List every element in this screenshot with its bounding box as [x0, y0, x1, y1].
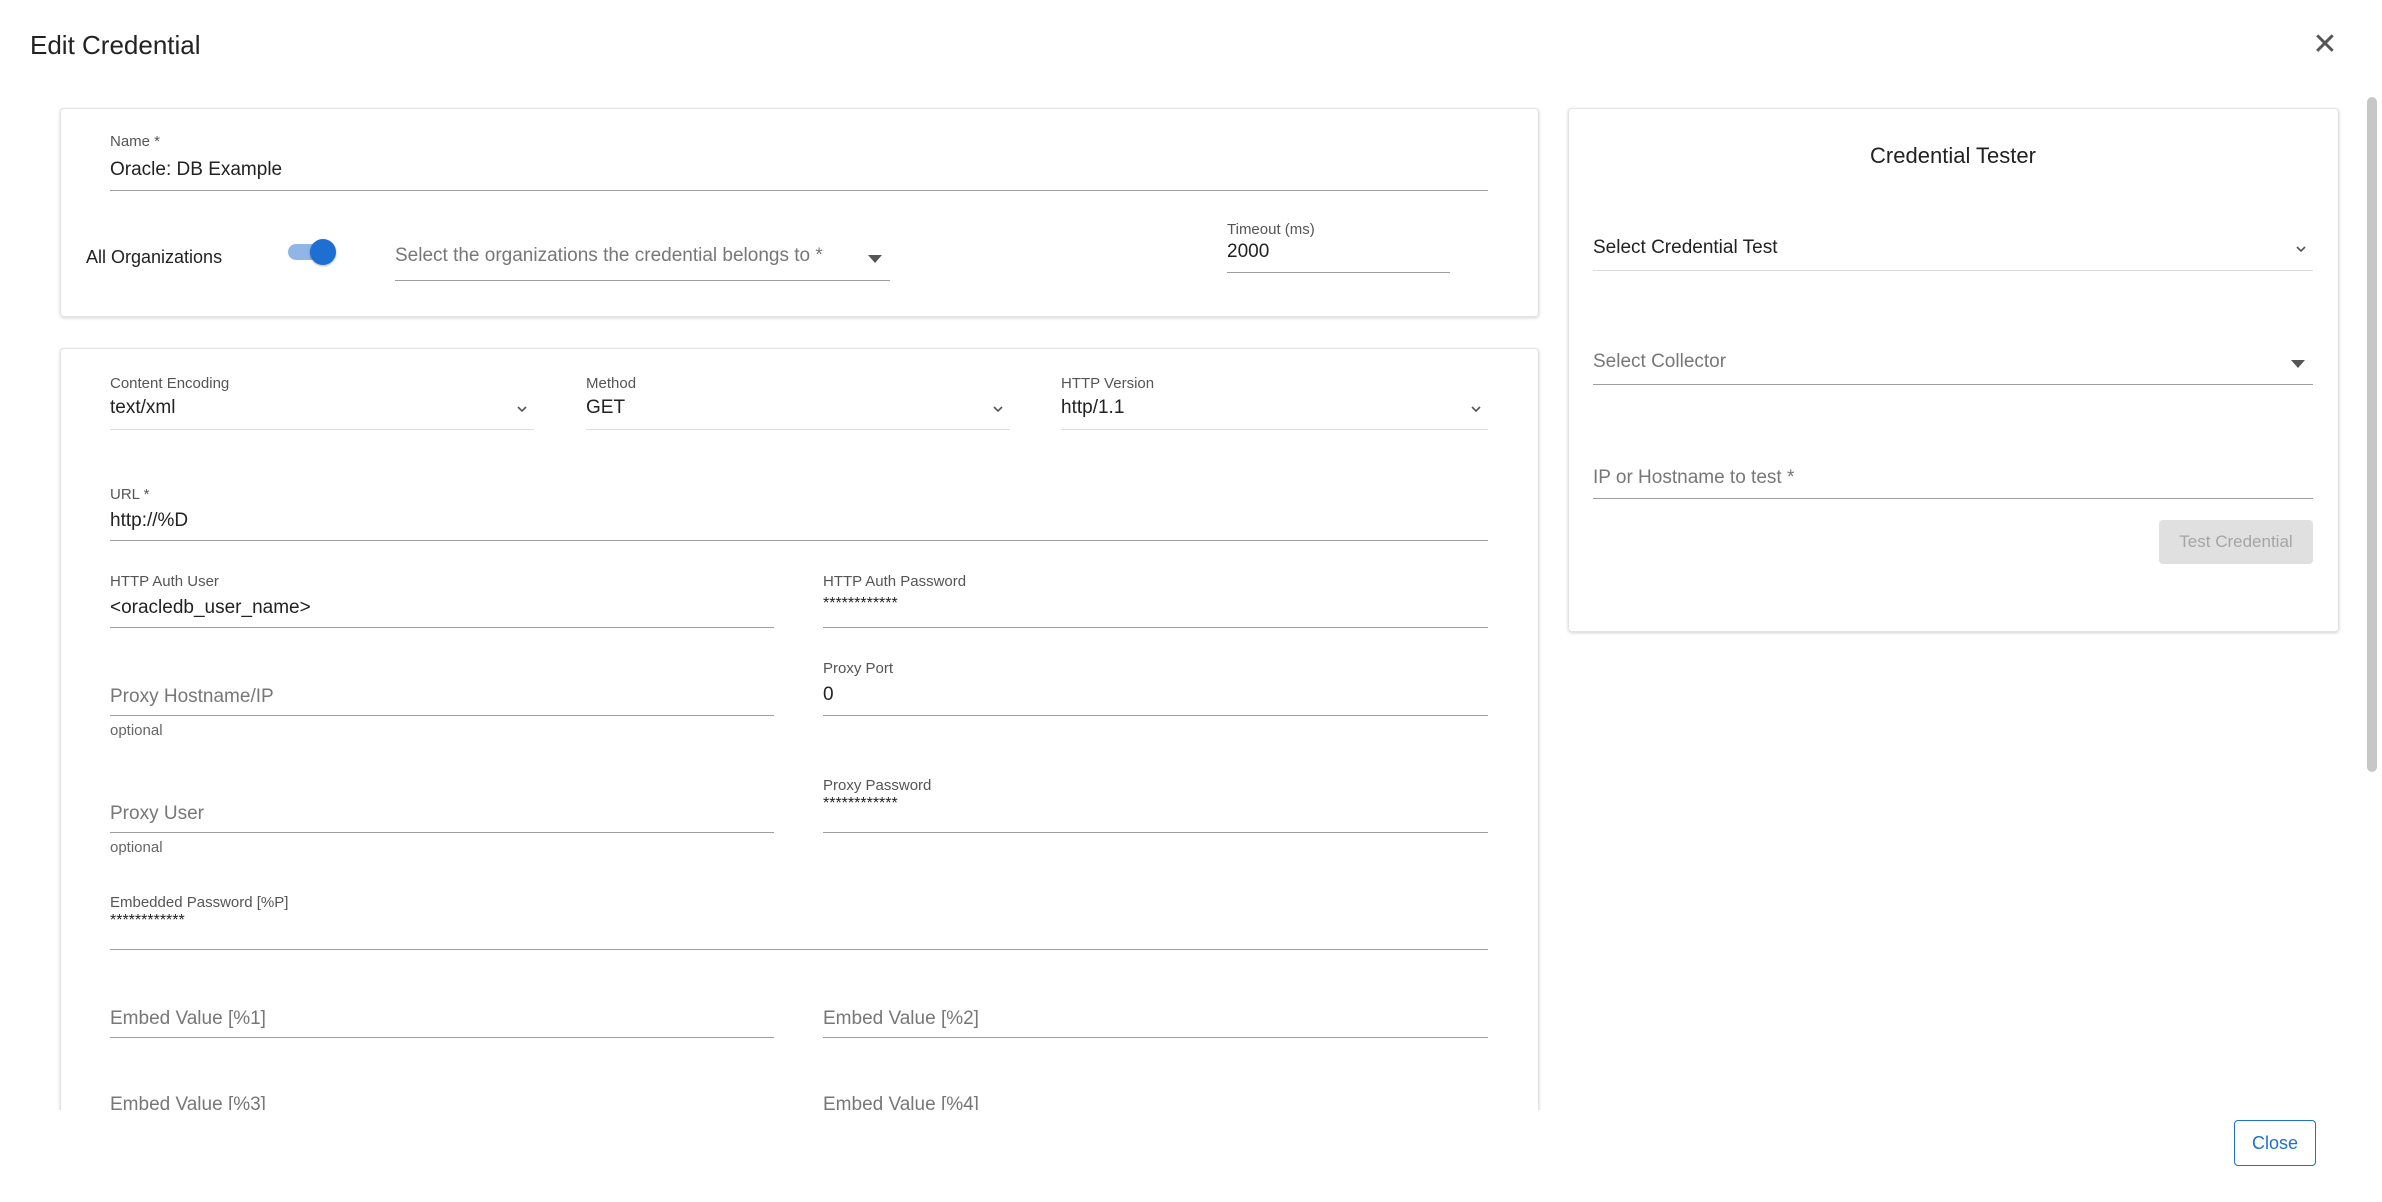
embedded-password-label: Embedded Password [%P]: [110, 894, 289, 911]
url-underline: [110, 540, 1488, 541]
url-value: http://%D: [110, 510, 189, 531]
embedded-password-field[interactable]: Embedded Password [%P] ************: [110, 894, 1488, 954]
http-auth-user-value: <oracledb_user_name>: [110, 597, 311, 618]
proxy-user-helper: optional: [110, 839, 163, 856]
name-label: Name *: [110, 133, 161, 150]
embed-value-3-field[interactable]: Embed Value [%3]: [110, 1094, 774, 1110]
embed-value-2-field[interactable]: Embed Value [%2]: [823, 1008, 1488, 1048]
http-auth-password-label: HTTP Auth Password: [823, 573, 967, 590]
collector-select[interactable]: Select Collector: [1593, 351, 2313, 391]
embedded-password-underline: [110, 949, 1488, 950]
proxy-hostname-underline: [110, 715, 774, 716]
method-underline: [586, 429, 1010, 430]
http-auth-password-value: ************: [823, 595, 898, 612]
chevron-down-icon: [2296, 246, 2306, 253]
embedded-password-value: ************: [110, 912, 185, 929]
embed-value-2-placeholder: Embed Value [%2]: [823, 1008, 979, 1029]
url-field[interactable]: URL * http://%D: [110, 486, 1488, 546]
collector-placeholder: Select Collector: [1593, 351, 1727, 372]
name-field[interactable]: Name * Oracle: DB Example: [110, 133, 1488, 193]
timeout-field[interactable]: Timeout (ms) 2000: [1227, 221, 1450, 281]
proxy-user-field[interactable]: Proxy User optional: [110, 803, 774, 863]
chevron-down-icon: [993, 406, 1003, 413]
embed-value-3-placeholder: Embed Value [%3]: [110, 1094, 266, 1110]
organizations-underline: [395, 280, 890, 281]
embed-value-2-underline: [823, 1037, 1488, 1038]
http-version-value: http/1.1: [1061, 397, 1125, 418]
embed-value-4-field[interactable]: Embed Value [%4]: [823, 1094, 1488, 1110]
proxy-password-underline: [823, 832, 1488, 833]
http-auth-password-underline: [823, 627, 1488, 628]
proxy-user-placeholder: Proxy User: [110, 803, 204, 824]
all-organizations-toggle[interactable]: [288, 239, 338, 265]
method-select[interactable]: Method GET: [586, 375, 1010, 435]
proxy-hostname-field[interactable]: Proxy Hostname/IP optional: [110, 686, 774, 746]
http-auth-password-field[interactable]: HTTP Auth Password ************: [823, 573, 1488, 633]
test-credential-button[interactable]: Test Credential: [2159, 520, 2313, 564]
dropdown-caret-icon: [2291, 360, 2305, 368]
organizations-placeholder: Select the organizations the credential …: [395, 245, 823, 266]
hostname-to-test-field[interactable]: IP or Hostname to test *: [1593, 467, 2313, 507]
embed-value-1-field[interactable]: Embed Value [%1]: [110, 1008, 774, 1048]
close-button[interactable]: Close: [2234, 1120, 2316, 1166]
timeout-label: Timeout (ms): [1227, 221, 1315, 238]
http-auth-user-field[interactable]: HTTP Auth User <oracledb_user_name>: [110, 573, 774, 633]
proxy-password-field[interactable]: Proxy Password ************: [823, 777, 1488, 837]
toggle-thumb: [310, 239, 336, 265]
proxy-port-label: Proxy Port: [823, 660, 894, 677]
proxy-port-underline: [823, 715, 1488, 716]
url-label: URL *: [110, 486, 150, 503]
name-underline: [110, 190, 1488, 191]
http-version-select[interactable]: HTTP Version http/1.1: [1061, 375, 1488, 435]
credential-test-select[interactable]: Select Credential Test: [1593, 237, 2313, 277]
http-auth-user-label: HTTP Auth User: [110, 573, 219, 590]
chevron-down-icon: [517, 406, 527, 413]
collector-underline: [1593, 384, 2313, 385]
edit-credential-dialog: Edit Credential ✕ Name * Oracle: DB Exam…: [0, 0, 2382, 1202]
close-icon[interactable]: ✕: [2310, 30, 2340, 60]
hostname-to-test-placeholder: IP or Hostname to test *: [1593, 467, 1795, 488]
proxy-user-underline: [110, 832, 774, 833]
method-value: GET: [586, 397, 626, 418]
proxy-password-value: ************: [823, 795, 898, 812]
proxy-hostname-placeholder: Proxy Hostname/IP: [110, 686, 274, 707]
proxy-password-label: Proxy Password: [823, 777, 932, 794]
proxy-port-field[interactable]: Proxy Port 0: [823, 660, 1488, 720]
content-encoding-select[interactable]: Content Encoding text/xml: [110, 375, 534, 435]
content-encoding-label: Content Encoding: [110, 375, 230, 392]
proxy-hostname-helper: optional: [110, 722, 163, 739]
dialog-title: Edit Credential: [30, 30, 201, 60]
timeout-underline: [1227, 272, 1450, 273]
http-auth-user-underline: [110, 627, 774, 628]
name-value: Oracle: DB Example: [110, 159, 283, 180]
timeout-value: 2000: [1227, 241, 1270, 262]
embed-value-1-placeholder: Embed Value [%1]: [110, 1008, 266, 1029]
method-label: Method: [586, 375, 637, 392]
credential-test-placeholder: Select Credential Test: [1593, 237, 1778, 258]
credential-tester-title: Credential Tester: [1870, 143, 2036, 168]
organizations-select[interactable]: Select the organizations the credential …: [395, 245, 890, 285]
content-encoding-underline: [110, 429, 534, 430]
http-version-label: HTTP Version: [1061, 375, 1155, 392]
content-encoding-value: text/xml: [110, 397, 176, 418]
credential-test-underline: [1593, 270, 2313, 271]
dropdown-caret-icon: [868, 255, 882, 263]
hostname-to-test-underline: [1593, 498, 2313, 499]
embed-value-1-underline: [110, 1037, 774, 1038]
embed-value-4-placeholder: Embed Value [%4]: [823, 1094, 979, 1110]
chevron-down-icon: [1471, 406, 1481, 413]
all-organizations-label: All Organizations: [86, 247, 223, 267]
proxy-port-value: 0: [823, 684, 834, 705]
http-version-underline: [1061, 429, 1488, 430]
